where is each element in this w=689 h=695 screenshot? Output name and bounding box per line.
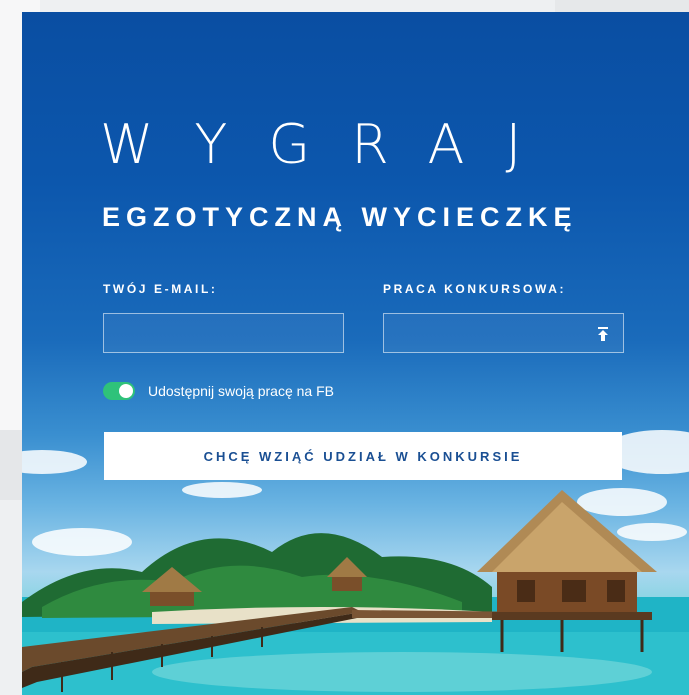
upload-icon[interactable] [597, 327, 609, 341]
contest-work-label: PRACA KONKURSOWA: [383, 282, 567, 296]
share-on-fb-label: Udostępnij swoją pracę na FB [148, 383, 334, 399]
background-panel-top [555, 0, 689, 12]
page-subtitle: EGZOTYCZNĄ WYCIECZKĘ [102, 202, 578, 232]
share-on-fb-toggle[interactable] [103, 382, 135, 400]
join-contest-button[interactable]: CHCĘ WZIĄĆ UDZIAŁ W KONKURSIE [104, 432, 622, 480]
contest-card: WYGRAJ EGZOTYCZNĄ WYCIECZKĘ TWÓJ E-MAIL:… [22, 12, 689, 695]
toggle-knob [119, 384, 133, 398]
contest-work-upload[interactable] [383, 313, 624, 353]
page-title: WYGRAJ [100, 113, 563, 176]
email-field[interactable] [104, 314, 343, 352]
email-label: TWÓJ E-MAIL: [103, 282, 218, 296]
email-field-wrapper [103, 313, 344, 353]
